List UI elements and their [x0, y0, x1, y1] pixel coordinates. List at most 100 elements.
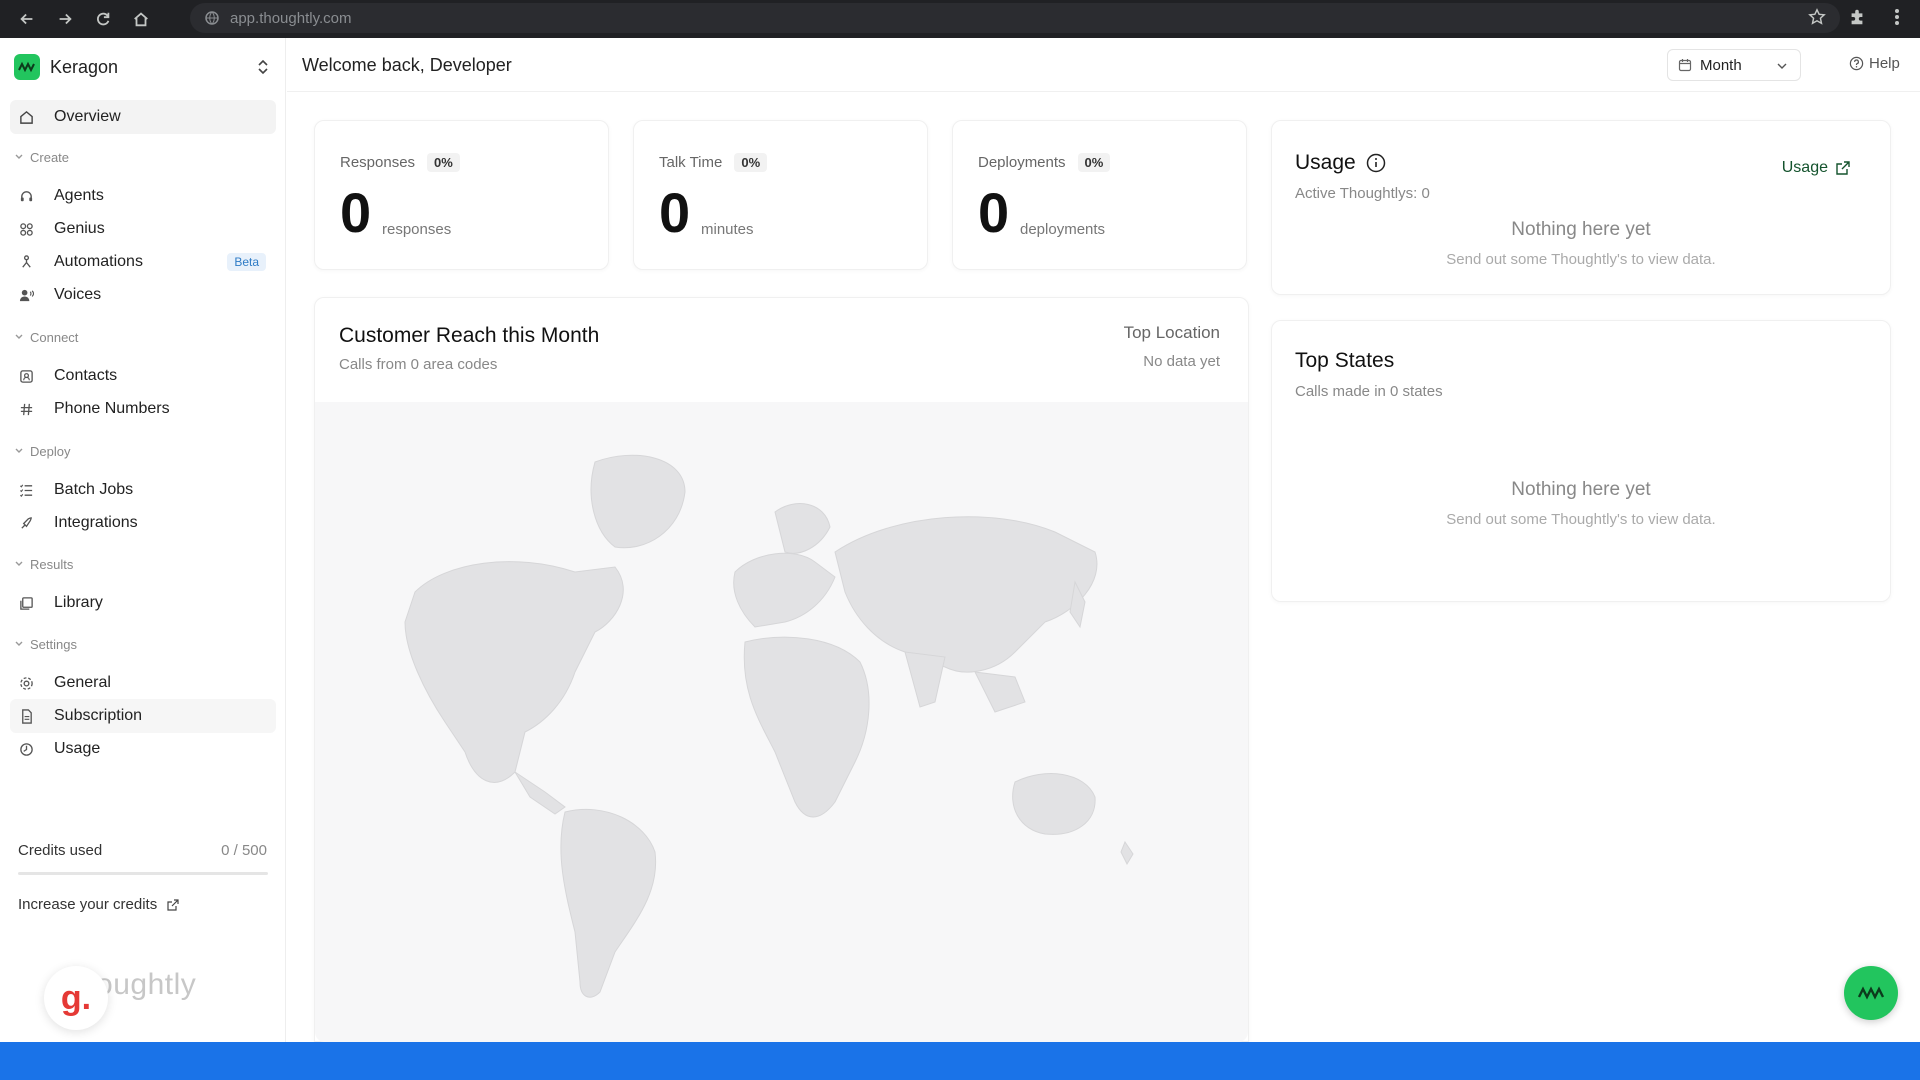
empty-state-title: Nothing here yet [1511, 219, 1651, 240]
sidebar-item-label: Integrations [54, 514, 138, 531]
help-button[interactable]: Help [1849, 55, 1900, 72]
library-icon [18, 595, 34, 611]
sidebar-item-agents[interactable]: Agents [10, 179, 276, 213]
stat-card-deployments: Deployments 0% 0 deployments [952, 120, 1247, 270]
stat-unit: minutes [701, 221, 754, 238]
sidebar-item-voices[interactable]: Voices [10, 278, 276, 312]
map-new-zealand [1120, 840, 1134, 866]
section-label: Settings [30, 636, 77, 652]
sidebar-item-batch-jobs[interactable]: Batch Jobs [10, 473, 276, 507]
address-bar[interactable]: app.thoughtly.com [190, 3, 1840, 33]
stat-value: 0 [978, 181, 1010, 244]
sidebar-item-label: Subscription [54, 707, 143, 724]
list-icon [18, 482, 34, 498]
beta-badge: Beta [227, 253, 266, 271]
bookmark-star-icon[interactable] [1806, 6, 1828, 28]
section-label: Results [30, 556, 74, 572]
sidebar-item-integrations[interactable]: Integrations [10, 506, 276, 540]
external-link-icon [1836, 161, 1850, 175]
workflow-icon [18, 254, 34, 270]
browser-toolbar: app.thoughtly.com [0, 0, 1920, 38]
stat-value: 0 [340, 181, 372, 244]
sidebar-item-contacts[interactable]: Contacts [10, 359, 276, 393]
sidebar-item-automations[interactable]: Automations Beta [10, 245, 276, 279]
map-australia [1012, 773, 1096, 835]
sidebar-item-label: Genius [54, 220, 105, 237]
customer-reach-title: Customer Reach this Month [339, 324, 600, 347]
section-results[interactable]: Results [14, 555, 73, 573]
empty-state-subtitle: Send out some Thoughtly's to view data. [1446, 511, 1716, 528]
extensions-icon[interactable] [1846, 6, 1868, 28]
usage-card: Usage Usage Active Thoughtlys: 0 Nothing… [1271, 120, 1891, 295]
sidebar-item-general[interactable]: General [10, 666, 276, 700]
map-africa [743, 636, 870, 818]
stat-unit: deployments [1020, 221, 1106, 238]
chat-launcher-button[interactable] [1844, 966, 1898, 1020]
sidebar-item-label: Phone Numbers [54, 400, 170, 417]
credits-progress-bar [18, 872, 268, 875]
g-assistant-badge[interactable]: g. [44, 966, 108, 1030]
stat-card-responses: Responses 0% 0 responses [314, 120, 609, 270]
usage-link[interactable]: Usage [1782, 159, 1850, 177]
period-select[interactable]: Month [1667, 49, 1801, 81]
section-deploy[interactable]: Deploy [14, 442, 70, 460]
contacts-icon [18, 368, 34, 384]
sidebar-item-subscription[interactable]: Subscription [10, 699, 276, 733]
reload-icon[interactable] [92, 8, 114, 30]
usage-card-title: Usage [1295, 151, 1356, 174]
section-connect[interactable]: Connect [14, 328, 78, 346]
sidebar-item-label: Voices [54, 286, 102, 303]
forward-icon[interactable] [54, 8, 76, 30]
section-settings[interactable]: Settings [14, 635, 77, 653]
section-label: Create [30, 149, 70, 165]
url-text: app.thoughtly.com [230, 9, 352, 27]
help-circle-icon [1849, 56, 1864, 71]
chevron-down-icon [15, 334, 23, 339]
chevron-up-down-icon[interactable] [254, 57, 272, 77]
browser-menu-icon[interactable] [1886, 6, 1908, 28]
map-scandinavia [774, 503, 831, 554]
sidebar-item-genius[interactable]: Genius [10, 212, 276, 246]
sidebar-item-phone-numbers[interactable]: Phone Numbers [10, 392, 276, 426]
chevron-down-icon [15, 448, 23, 453]
stat-change-badge: 0% [427, 153, 460, 172]
customer-reach-subtitle: Calls from 0 area codes [339, 356, 498, 373]
page-header: Welcome back, Developer Month Help [287, 38, 1920, 92]
sidebar-item-label: Contacts [54, 367, 118, 384]
customer-reach-card: Customer Reach this Month Calls from 0 a… [314, 297, 1249, 1042]
stat-unit: responses [382, 221, 452, 238]
sidebar-item-label: General [54, 674, 111, 691]
credits-used-value: 0 / 500 [221, 842, 267, 859]
workspace-name: Keragon [50, 56, 119, 77]
period-select-value: Month [1700, 56, 1742, 74]
back-icon[interactable] [16, 8, 38, 30]
top-states-title: Top States [1295, 349, 1395, 372]
credits-used-label: Credits used [18, 842, 103, 859]
chevron-down-icon [15, 561, 23, 566]
site-info-icon[interactable] [204, 10, 220, 26]
help-label: Help [1869, 55, 1900, 72]
map-central-america [514, 771, 566, 815]
sidebar-item-label: Batch Jobs [54, 481, 134, 498]
gear-icon [18, 675, 34, 691]
clock-icon [18, 741, 34, 757]
info-icon[interactable] [1366, 153, 1386, 173]
map-north-america [404, 561, 624, 783]
sidebar-item-library[interactable]: Library [10, 586, 276, 620]
increase-credits-label: Increase your credits [18, 896, 158, 913]
section-create[interactable]: Create [14, 148, 69, 166]
sidebar-item-usage[interactable]: Usage [10, 732, 276, 766]
hash-icon [18, 401, 34, 417]
chevron-down-icon [15, 154, 23, 159]
map-southeast-asia [974, 671, 1026, 713]
home-icon[interactable] [130, 8, 152, 30]
calendar-icon [1678, 59, 1692, 72]
workspace-switcher[interactable]: Keragon [14, 52, 272, 82]
increase-credits-link[interactable]: Increase your credits [18, 896, 179, 913]
world-map[interactable] [315, 402, 1248, 1042]
top-location-label: Top Location [1123, 323, 1220, 342]
home-icon [18, 109, 34, 125]
usage-card-subtitle: Active Thoughtlys: 0 [1295, 185, 1430, 202]
headset-icon [18, 188, 34, 204]
sidebar-item-overview[interactable]: Overview [10, 100, 276, 134]
